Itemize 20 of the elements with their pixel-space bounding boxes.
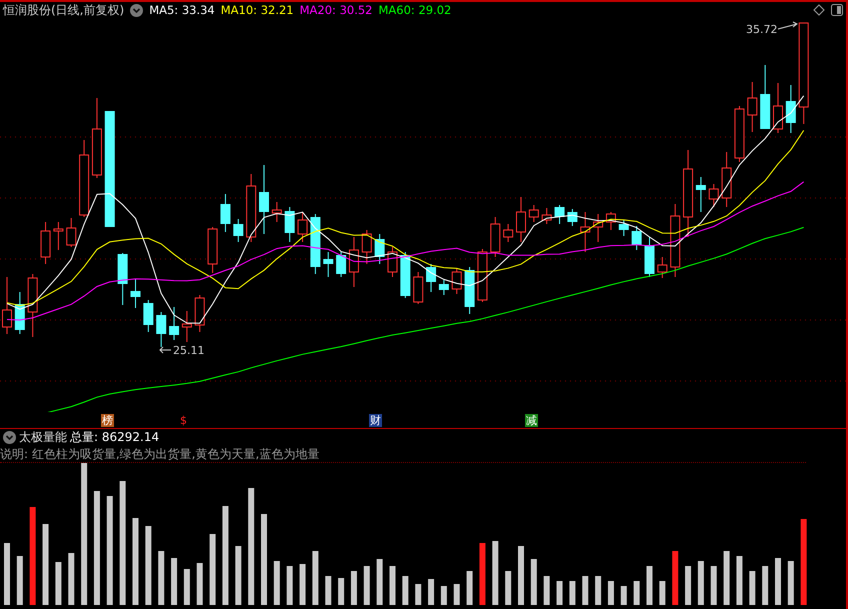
- indicator-value: MA20: 30.52: [300, 2, 372, 18]
- total-volume: 总量: 86292.14: [70, 429, 160, 446]
- indicator-note: 说明: 红色柱为吸货量,绿色为出货量,黄色为天量,蓝色为地量: [0, 447, 320, 461]
- price-label: 25.11: [173, 344, 204, 357]
- indicator-title: 太极量能: [19, 429, 67, 446]
- diamond-icon[interactable]: [813, 4, 825, 16]
- panel-toggle-icon[interactable]: [831, 4, 843, 16]
- event-marker: 榜: [101, 414, 114, 427]
- indicator-value: MA10: 32.21: [220, 2, 294, 18]
- event-marker: 财: [369, 414, 382, 427]
- indicator-value: MA5: 33.34: [149, 2, 215, 18]
- dropdown-icon[interactable]: [130, 4, 144, 16]
- event-marker: 减: [525, 414, 538, 427]
- event-marker: $: [179, 414, 188, 427]
- price-leader-line: [159, 346, 172, 354]
- indicator-value: MA60: 29.02: [378, 2, 452, 18]
- stock-title: 恒润股份(日线,前复权): [3, 2, 124, 18]
- price-label: 35.72: [746, 23, 778, 36]
- price-leader-line: [778, 22, 798, 30]
- dropdown-icon[interactable]: [3, 431, 16, 444]
